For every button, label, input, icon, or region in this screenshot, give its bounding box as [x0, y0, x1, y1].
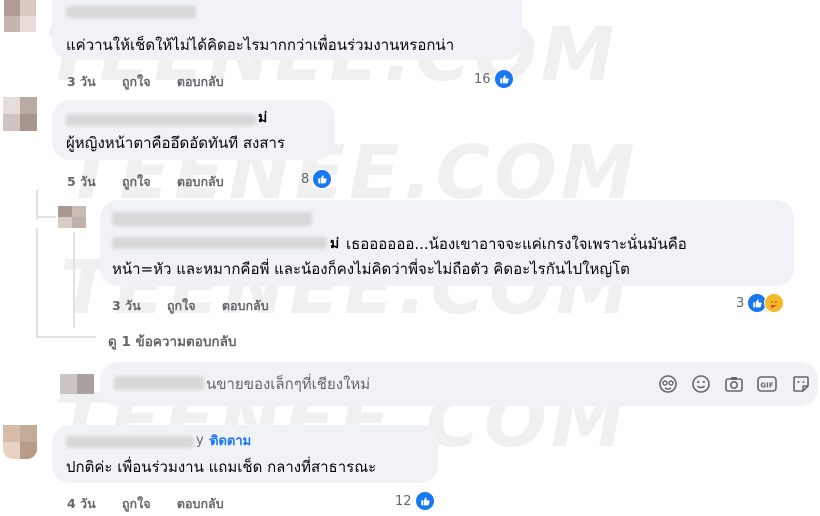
thread-line [73, 232, 75, 328]
timestamp[interactable]: 3 วัน [67, 74, 96, 89]
like-button[interactable]: ถูกใจ [122, 174, 151, 189]
thumbs-up-icon [414, 491, 435, 511]
reaction-count-value: 12 [395, 493, 412, 509]
comment-text: ปกติค่ะ เพื่อนร่วมงาน แถมเช็ด กลางที่สาธ… [66, 458, 377, 476]
avatar[interactable] [58, 206, 86, 228]
avatar[interactable] [3, 425, 37, 459]
comment-text-line: หน้า=หัว และหมากคือพี่ และน้องก็คงไม่คิด… [112, 260, 630, 278]
comment-text-line: เธออออออ...น้องเขาอาจจะแค่เกรงใจเพราะนั่… [346, 235, 687, 253]
reaction-count-value: 16 [474, 71, 491, 87]
reaction-count[interactable]: 12 [395, 491, 435, 511]
like-button[interactable]: ถูกใจ [122, 496, 151, 511]
avatar-sticker-icon[interactable] [657, 373, 679, 395]
reply-button[interactable]: ตอบกลับ [177, 496, 224, 511]
like-button[interactable]: ถูกใจ [167, 298, 196, 313]
author-name[interactable] [66, 114, 256, 126]
reaction-count[interactable]: 16 [474, 69, 514, 89]
author-name-tail: ม่ [330, 236, 340, 252]
author-name[interactable] [66, 436, 194, 448]
comment-actions: 5 วัน ถูกใจ ตอบกลับ [67, 172, 246, 192]
timestamp[interactable]: 5 วัน [67, 174, 96, 189]
author-name[interactable] [66, 6, 196, 18]
avatar[interactable] [60, 374, 94, 394]
care-emoji-icon [764, 293, 785, 313]
thumbs-up-icon [312, 169, 333, 189]
avatar[interactable] [4, 0, 36, 32]
composer-placeholder-blur [114, 376, 204, 390]
timestamp[interactable]: 3 วัน [112, 298, 141, 313]
author-name[interactable] [112, 212, 312, 226]
timestamp[interactable]: 4 วัน [67, 496, 96, 511]
reaction-count-value: 8 [301, 171, 310, 187]
thread-line [36, 228, 38, 336]
like-button[interactable]: ถูกใจ [122, 74, 151, 89]
thread-line [36, 336, 96, 338]
svg-text:GIF: GIF [760, 382, 773, 390]
reply-button[interactable]: ตอบกลับ [177, 174, 224, 189]
comment-actions: 3 วัน ถูกใจ ตอบกลับ [112, 296, 291, 316]
comment-text: ผู้หญิงหน้าตาคืออึดอัดทันที สงสาร [66, 134, 285, 152]
reply-button[interactable]: ตอบกลับ [222, 298, 269, 313]
camera-icon[interactable] [723, 373, 745, 395]
reaction-count[interactable]: 8 [301, 169, 333, 189]
thumbs-up-icon [493, 69, 514, 89]
avatar[interactable] [3, 97, 37, 131]
reaction-count-value: 3 [736, 295, 745, 311]
comment-actions: 4 วัน ถูกใจ ตอบกลับ [67, 494, 246, 514]
comment-text: แค่วานให้เช็ดให้ไม่ได้คิดอะไรมากกว่าเพื่… [66, 36, 455, 54]
smiley-icon[interactable] [690, 373, 712, 395]
author-name[interactable] [112, 237, 327, 249]
reply-button[interactable]: ตอบกลับ [177, 74, 224, 89]
view-replies-link[interactable]: ดู 1 ข้อความตอบกลับ [108, 330, 236, 352]
gif-icon[interactable]: GIF [756, 373, 778, 395]
sticker-icon[interactable] [790, 373, 812, 395]
reaction-count[interactable]: 3 [736, 293, 785, 313]
follow-button[interactable]: ติดตาม [210, 432, 251, 452]
comment-actions: 3 วัน ถูกใจ ตอบกลับ [67, 72, 246, 92]
thread-line [36, 216, 56, 218]
author-name-tail: ม่ [258, 110, 268, 126]
composer-placeholder: นขายของเล็กๆที่เชียงใหม่ [206, 375, 371, 393]
